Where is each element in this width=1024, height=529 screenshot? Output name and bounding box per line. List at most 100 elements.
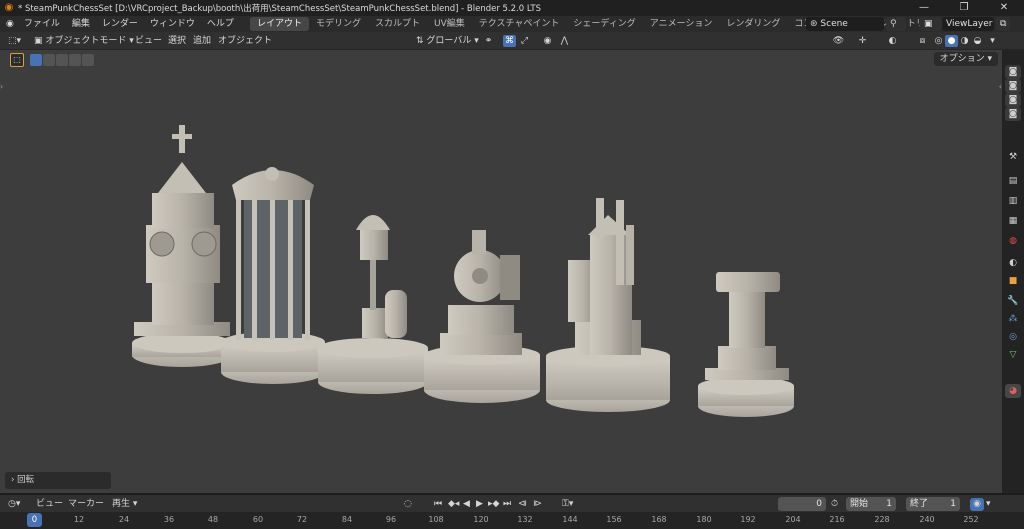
current-frame-field[interactable]: 0	[778, 497, 826, 511]
timeline-marker-menu[interactable]: マーカー	[68, 498, 104, 511]
transform-orientation[interactable]: ⇅ グローバル ▾	[416, 34, 479, 48]
transform-orientation-label: グローバル	[426, 36, 472, 46]
menu-file[interactable]: ファイル	[18, 16, 66, 32]
menu-add[interactable]: 追加	[193, 34, 211, 48]
locomotive-piece[interactable]	[424, 230, 540, 403]
menu-view[interactable]: ビュー	[135, 34, 162, 48]
stopwatch-icon[interactable]: ⏱	[831, 498, 838, 511]
new-view-layer-icon[interactable]: ⧉	[996, 17, 1010, 31]
tab-animation[interactable]: アニメーション	[643, 17, 720, 31]
particles-tab-icon[interactable]: ⁂	[1005, 312, 1021, 326]
last-operator-panel[interactable]: › 回転	[5, 472, 111, 489]
modifier-tab-icon[interactable]: 🔧	[1005, 294, 1021, 308]
tab-rendering[interactable]: レンダリング	[719, 17, 787, 31]
close-button[interactable]: ✕	[984, 0, 1024, 16]
keying-set-icon[interactable]: ⚿▾	[562, 498, 573, 511]
falloff-icon[interactable]: ⋀	[558, 35, 571, 47]
playback-label: 再生	[112, 499, 131, 509]
prev-keyframe-icon[interactable]: ◆◂	[448, 498, 459, 511]
3d-viewport[interactable]: ⬚ オプション ▾ › ‹ › 回転	[0, 50, 1002, 493]
scene-selector[interactable]: ⊛ Scene	[806, 17, 884, 31]
minimize-button[interactable]: —	[904, 0, 944, 16]
output-tab-icon[interactable]: ▥	[1005, 194, 1021, 208]
timeline-ruler[interactable]: 0 12 24 36 48 60 72 84 96 108 120 132 14…	[0, 512, 1024, 529]
render-tab-icon[interactable]: ▤	[1005, 174, 1021, 188]
camera-view-icon-3[interactable]: ◙	[1005, 93, 1021, 107]
menu-edit[interactable]: 編集	[66, 16, 96, 32]
maximize-button[interactable]: ❐	[944, 0, 984, 16]
scene-tab-icon[interactable]: ◍	[1005, 234, 1021, 248]
scene-name: Scene	[820, 19, 848, 29]
playhead[interactable]: 0	[27, 513, 42, 527]
end-value: 1	[950, 499, 956, 509]
birdcage-piece[interactable]	[221, 167, 325, 384]
gizmo-icon[interactable]: ✛	[856, 35, 869, 47]
menu-window[interactable]: ウィンドウ	[144, 16, 201, 32]
data-tab-icon[interactable]: ▽	[1005, 348, 1021, 362]
street-lamp-piece[interactable]	[318, 215, 428, 394]
material-tab-icon[interactable]: ◕	[1005, 384, 1021, 398]
pivot-icon[interactable]: ⚭	[482, 35, 495, 47]
proportional-edit-icon[interactable]: ◉	[541, 35, 554, 47]
pawn-piece[interactable]	[698, 272, 794, 417]
timeline-editor-icon[interactable]: ◷▾	[8, 498, 20, 511]
physics-tab-icon[interactable]: ◎	[1005, 330, 1021, 344]
sync-icon[interactable]: ◉	[970, 498, 984, 511]
overlay-icon[interactable]: ◐	[886, 35, 899, 47]
tick-label: 180	[696, 515, 712, 524]
tab-texture-paint[interactable]: テクスチャペイント	[472, 17, 567, 31]
tab-shading[interactable]: シェーディング	[566, 17, 642, 31]
camera-view-icon[interactable]: ◙	[1005, 65, 1021, 79]
menu-help[interactable]: ヘルプ	[201, 16, 240, 32]
factory-piece[interactable]	[546, 198, 670, 412]
autokey-icon[interactable]: ◌	[404, 498, 412, 511]
sync-dropdown-icon[interactable]: ▾	[986, 498, 991, 511]
snap-icon[interactable]: ⌘	[503, 35, 516, 47]
snap-target-icon[interactable]: ⤢	[518, 35, 531, 47]
menu-object[interactable]: オブジェクト	[218, 34, 272, 48]
solid-shading-icon[interactable]: ●	[945, 35, 958, 47]
rendered-shading-icon[interactable]: ◒	[971, 35, 984, 47]
shading-options-icon[interactable]: ▾	[986, 35, 999, 47]
play-icon[interactable]: ▶	[476, 498, 483, 511]
start-frame-field[interactable]: 開始 1	[846, 497, 896, 511]
tool-tab-icon[interactable]: ⚒	[1005, 150, 1021, 164]
menu-select[interactable]: 選択	[168, 34, 186, 48]
timeline-view-menu[interactable]: ビュー	[36, 498, 63, 511]
tick-label: 60	[252, 515, 264, 524]
view-layer-selector[interactable]: ViewLayer	[942, 17, 994, 31]
tab-uv-editing[interactable]: UV編集	[427, 17, 472, 31]
keying-icon[interactable]: ⧏	[518, 498, 527, 511]
end-frame-field[interactable]: 終了 1	[906, 497, 960, 511]
blender-menu-icon[interactable]: ◉	[0, 16, 18, 32]
editor-type-icon[interactable]: ⬚▾	[8, 34, 21, 48]
tab-layout[interactable]: レイアウト	[249, 17, 309, 31]
timeline-playback-menu[interactable]: 再生 ▾	[112, 498, 137, 511]
tab-sculpt[interactable]: スカルプト	[368, 17, 427, 31]
world-tab-icon[interactable]: ◐	[1005, 256, 1021, 270]
mode-selector[interactable]: ▣ オブジェクトモード ▾	[34, 34, 134, 48]
end-label: 終了	[910, 499, 929, 509]
tick-label: 24	[118, 515, 130, 524]
timeline-header: ◷▾ ビュー マーカー 再生 ▾ ◌ ⏮ ◆◂ ◀ ▶ ▸◆ ⏭ ⧏ ⧐ ⚿▾ …	[0, 494, 1024, 512]
clock-tower-piece[interactable]	[132, 125, 232, 367]
play-reverse-icon[interactable]: ◀	[463, 498, 470, 511]
object-tab-icon[interactable]: ■	[1005, 274, 1021, 288]
jump-start-icon[interactable]: ⏮	[434, 498, 442, 511]
visibility-icon[interactable]: 👁	[832, 35, 845, 47]
tab-modeling[interactable]: モデリング	[309, 17, 368, 31]
camera-view-icon-2[interactable]: ◙	[1005, 79, 1021, 93]
material-shading-icon[interactable]: ◑	[958, 35, 971, 47]
menu-render[interactable]: レンダー	[96, 16, 144, 32]
next-keyframe-icon[interactable]: ▸◆	[488, 498, 499, 511]
keyframe-filter-icon[interactable]: ⧐	[533, 498, 542, 511]
camera-view-icon-4[interactable]: ◙	[1005, 107, 1021, 121]
tick-label: 192	[740, 515, 756, 524]
view-layer-icon[interactable]: ▣	[920, 17, 942, 31]
wireframe-shading-icon[interactable]: ◎	[932, 35, 945, 47]
tick-label: 72	[296, 515, 308, 524]
pin-scene-icon[interactable]: ⚲	[886, 17, 906, 31]
view-layer-tab-icon[interactable]: ▦	[1005, 214, 1021, 228]
jump-end-icon[interactable]: ⏭	[503, 498, 511, 511]
xray-icon[interactable]: ⧈	[916, 35, 929, 47]
